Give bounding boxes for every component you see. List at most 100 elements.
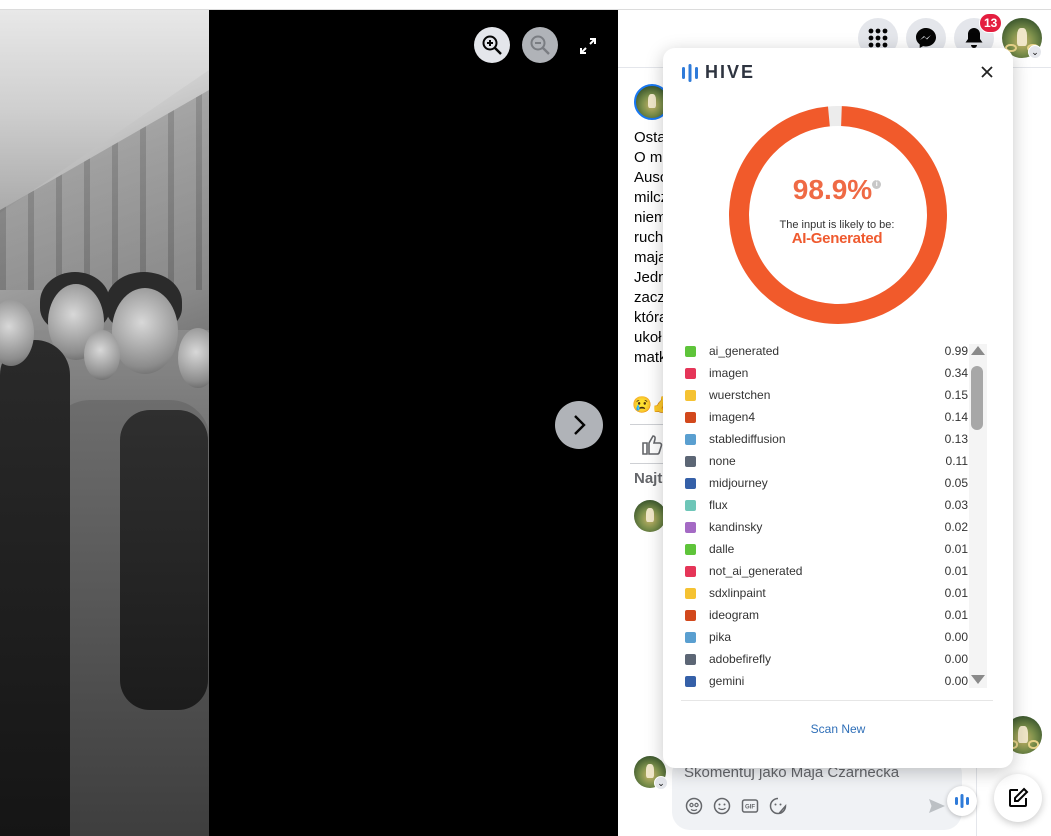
class-color-swatch [685, 675, 696, 687]
class-name: wuerstchen [709, 388, 771, 402]
score-arc [729, 105, 947, 324]
class-row: adobefirefly 0.00 [685, 648, 968, 670]
class-name: adobefirefly [709, 652, 772, 666]
class-name: midjourney [709, 476, 768, 490]
browser-top-edge [0, 0, 1051, 10]
like-icon [642, 435, 663, 455]
account-chevron-icon[interactable]: ⌄ [1028, 45, 1042, 59]
class-name: ai_generated [709, 344, 780, 358]
next-photo-button[interactable] [555, 401, 603, 449]
close-button[interactable] [977, 62, 997, 82]
hive-logo-icon [682, 63, 698, 82]
class-name: not_ai_generated [709, 564, 803, 578]
class-name: ideogram [709, 608, 760, 622]
zoom-in-button[interactable] [474, 27, 510, 63]
class-color-swatch [685, 543, 696, 555]
gif-icon[interactable]: GIF [741, 797, 759, 815]
commenter-avatar[interactable] [634, 500, 666, 532]
class-name: imagen [709, 366, 749, 380]
bell-icon [965, 28, 983, 48]
hive-logo-icon [955, 794, 969, 808]
hive-logo: HIVE [681, 62, 755, 83]
class-name: dalle [709, 542, 735, 556]
class-color-swatch [685, 477, 696, 489]
scan-new-link[interactable]: Scan New [663, 722, 1013, 736]
zoom-out-icon [530, 35, 550, 55]
messenger-icon [916, 28, 936, 48]
class-color-swatch [685, 609, 696, 621]
class-color-swatch [685, 521, 696, 533]
close-icon [981, 66, 993, 78]
scroll-up-arrow-icon[interactable] [971, 346, 985, 355]
class-row: midjourney 0.05 [685, 472, 968, 494]
info-icon[interactable]: i [872, 180, 882, 189]
class-score: 0.00 [944, 630, 968, 644]
class-score: 0.15 [944, 388, 968, 402]
class-score: 0.01 [944, 542, 968, 556]
class-name: kandinsky [709, 520, 763, 534]
class-color-swatch [685, 565, 696, 577]
expand-icon [580, 38, 596, 54]
class-row: gemini 0.00 [685, 670, 968, 692]
class-score: 0.99 [944, 344, 968, 358]
new-message-button[interactable] [994, 774, 1042, 822]
gif-label: GIF [745, 805, 755, 811]
class-row: not_ai_generated 0.01 [685, 560, 968, 582]
class-color-swatch [685, 499, 696, 511]
notifications-count-badge: 13 [979, 13, 1003, 33]
grid-menu-icon [868, 28, 888, 48]
post-photo [0, 10, 209, 836]
class-row: sdxlinpaint 0.01 [685, 582, 968, 604]
hive-brand-text: HIVE [705, 62, 756, 82]
class-score: 0.01 [944, 586, 968, 600]
avatar-sticker-icon[interactable] [685, 797, 703, 815]
verdict-label: AI-Generated [791, 230, 883, 247]
class-name: stablediffusion [709, 432, 786, 446]
class-color-swatch [685, 411, 696, 423]
class-row: pika 0.00 [685, 626, 968, 648]
class-name: flux [709, 498, 728, 512]
class-row: ideogram 0.01 [685, 604, 968, 626]
zoom-out-button[interactable] [522, 27, 558, 63]
class-row: dalle 0.01 [685, 538, 968, 560]
fullscreen-button[interactable] [576, 34, 600, 58]
class-color-swatch [685, 367, 696, 379]
class-color-swatch [685, 389, 696, 401]
class-row: stablediffusion 0.13 [685, 428, 968, 450]
class-row: imagen 0.34 [685, 362, 968, 384]
emoji-icon[interactable] [713, 797, 731, 815]
class-color-swatch [685, 345, 696, 357]
class-name: imagen4 [709, 410, 756, 424]
class-row: kandinsky 0.02 [685, 516, 968, 538]
class-row: ai_generated 0.99 [685, 340, 968, 362]
like-button[interactable] [641, 434, 663, 461]
photo-viewer [0, 10, 618, 836]
class-name: pika [709, 630, 732, 644]
class-score: 0.01 [944, 564, 968, 578]
composer-avatar-chevron-icon[interactable]: ⌄ [654, 776, 668, 790]
score-value: 98.9% i [727, 174, 947, 206]
send-icon[interactable] [928, 797, 946, 820]
scrollbar-thumb[interactable] [971, 366, 983, 430]
scroll-down-arrow-icon[interactable] [971, 675, 985, 684]
class-color-swatch [685, 653, 696, 665]
class-row: flux 0.03 [685, 494, 968, 516]
hive-detection-popup: HIVE 98.9% i The input is likely to be: A… [663, 48, 1013, 768]
class-score: 0.00 [944, 652, 968, 666]
class-score: 0.02 [944, 520, 968, 534]
chevron-right-icon [574, 415, 586, 435]
hive-extension-button[interactable] [947, 786, 977, 816]
class-score: 0.00 [944, 674, 968, 688]
class-row: none 0.11 [685, 450, 968, 472]
class-name: none [709, 454, 736, 468]
class-score: 0.01 [944, 608, 968, 622]
sticker-icon[interactable] [769, 797, 787, 815]
score-donut-chart [729, 105, 947, 324]
class-name: gemini [709, 674, 745, 688]
class-score: 0.14 [944, 410, 968, 424]
class-row: imagen4 0.14 [685, 406, 968, 428]
class-color-swatch [685, 631, 696, 643]
class-score: 0.05 [944, 476, 968, 490]
class-score: 0.11 [945, 454, 968, 468]
comments-sort-label[interactable]: Najt [634, 470, 662, 487]
